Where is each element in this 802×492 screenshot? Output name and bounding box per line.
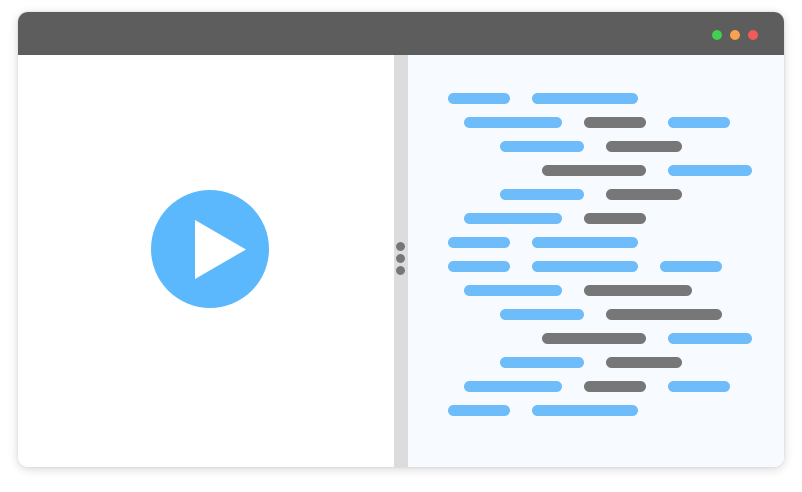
play-button[interactable] (150, 190, 270, 308)
pane-splitter[interactable] (394, 55, 408, 467)
code-line (408, 405, 784, 417)
code-token-value (542, 165, 646, 176)
code-token-keyword (464, 285, 562, 296)
code-token-keyword (532, 405, 638, 416)
maximize-button[interactable] (712, 30, 722, 40)
code-token-keyword (464, 213, 562, 224)
code-token-keyword (500, 309, 584, 320)
play-icon (151, 190, 269, 308)
code-token-value (606, 357, 682, 368)
video-pane (18, 55, 394, 467)
code-pane (408, 55, 784, 467)
minimize-button[interactable] (730, 30, 740, 40)
code-line (408, 285, 784, 297)
code-token-keyword (532, 237, 638, 248)
code-token-keyword (532, 93, 638, 104)
code-line (408, 165, 784, 177)
code-token-keyword (448, 93, 510, 104)
code-token-value (584, 213, 646, 224)
code-token-value (584, 117, 646, 128)
code-token-keyword (500, 357, 584, 368)
code-line (408, 117, 784, 129)
drag-handle-icon (396, 254, 405, 263)
code-token-value (584, 285, 692, 296)
code-token-keyword (500, 141, 584, 152)
code-line (408, 381, 784, 393)
code-token-keyword (448, 237, 510, 248)
drag-handle-icon (396, 242, 405, 251)
code-token-keyword (464, 381, 562, 392)
code-token-keyword (532, 261, 638, 272)
code-token-value (606, 141, 682, 152)
code-line (408, 213, 784, 225)
close-button[interactable] (748, 30, 758, 40)
code-token-keyword (660, 261, 722, 272)
code-line (408, 141, 784, 153)
code-token-value (606, 309, 722, 320)
code-token-keyword (668, 381, 730, 392)
code-line (408, 357, 784, 369)
code-line (408, 261, 784, 273)
code-line (408, 189, 784, 201)
code-line (408, 237, 784, 249)
code-line (408, 93, 784, 105)
code-token-keyword (448, 261, 510, 272)
code-line (408, 333, 784, 345)
code-token-value (606, 189, 682, 200)
code-token-keyword (464, 117, 562, 128)
title-bar (18, 12, 784, 55)
code-token-value (584, 381, 646, 392)
code-token-keyword (668, 333, 752, 344)
code-line (408, 309, 784, 321)
code-token-keyword (668, 117, 730, 128)
code-token-keyword (500, 189, 584, 200)
drag-handle-icon (396, 266, 405, 275)
code-token-value (542, 333, 646, 344)
code-token-keyword (448, 405, 510, 416)
code-token-keyword (668, 165, 752, 176)
app-window (18, 12, 784, 467)
